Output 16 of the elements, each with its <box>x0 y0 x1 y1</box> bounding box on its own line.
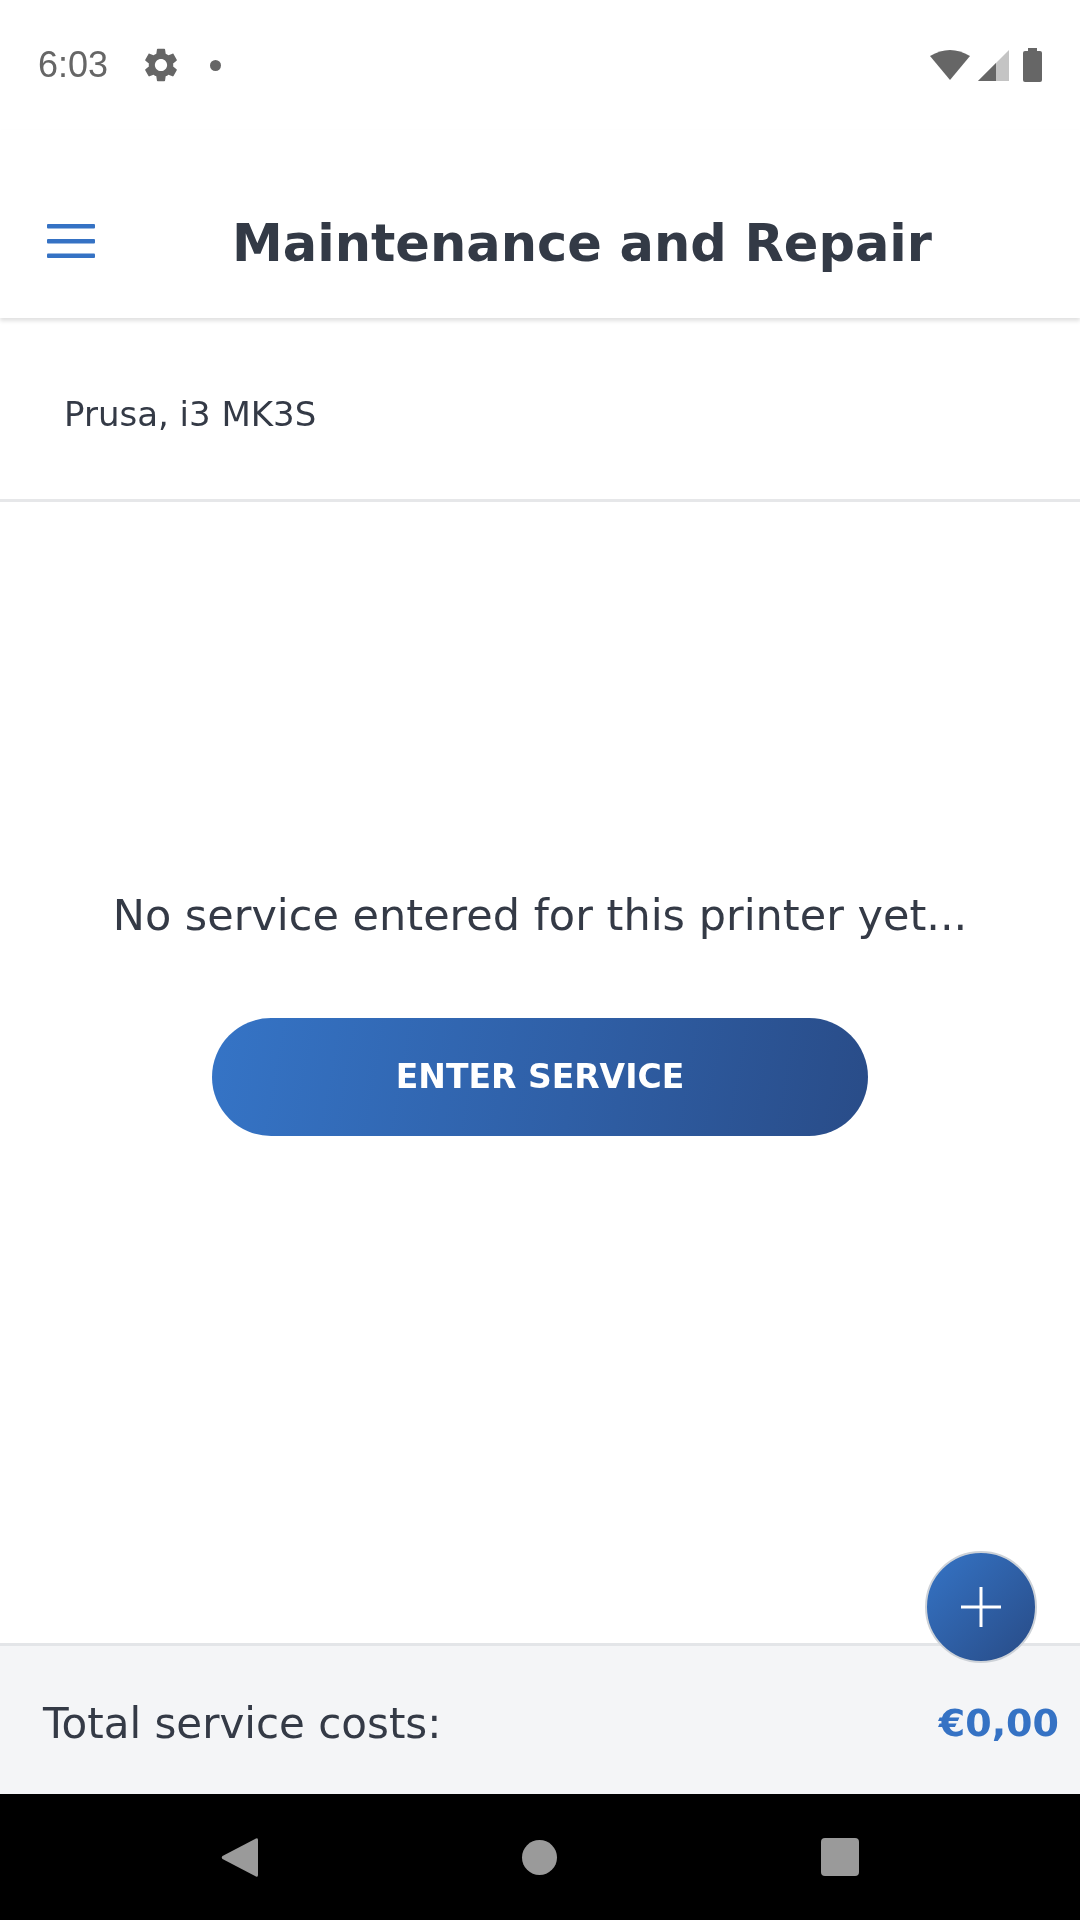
total-label: Total service costs: <box>43 1698 442 1750</box>
settings-icon <box>144 48 179 82</box>
app-title: Maintenance and Repair <box>232 213 932 275</box>
empty-state-message: No service entered for this printer yet... <box>112 890 968 942</box>
wifi-icon <box>930 50 970 80</box>
printer-name: Prusa, i3 MK3S <box>64 394 317 435</box>
back-icon[interactable] <box>221 1836 258 1878</box>
notification-dot-icon <box>210 59 222 71</box>
total-amount: €0,00 <box>938 1701 1059 1747</box>
enter-service-button[interactable]: ENTER SERVICE <box>212 1017 868 1136</box>
menu-icon[interactable] <box>47 224 95 258</box>
battery-icon <box>1023 48 1042 82</box>
plus-icon <box>961 1587 1001 1627</box>
home-icon[interactable] <box>522 1839 557 1875</box>
signal-icon <box>978 49 1009 81</box>
clock-time: 6:03 <box>38 47 109 83</box>
